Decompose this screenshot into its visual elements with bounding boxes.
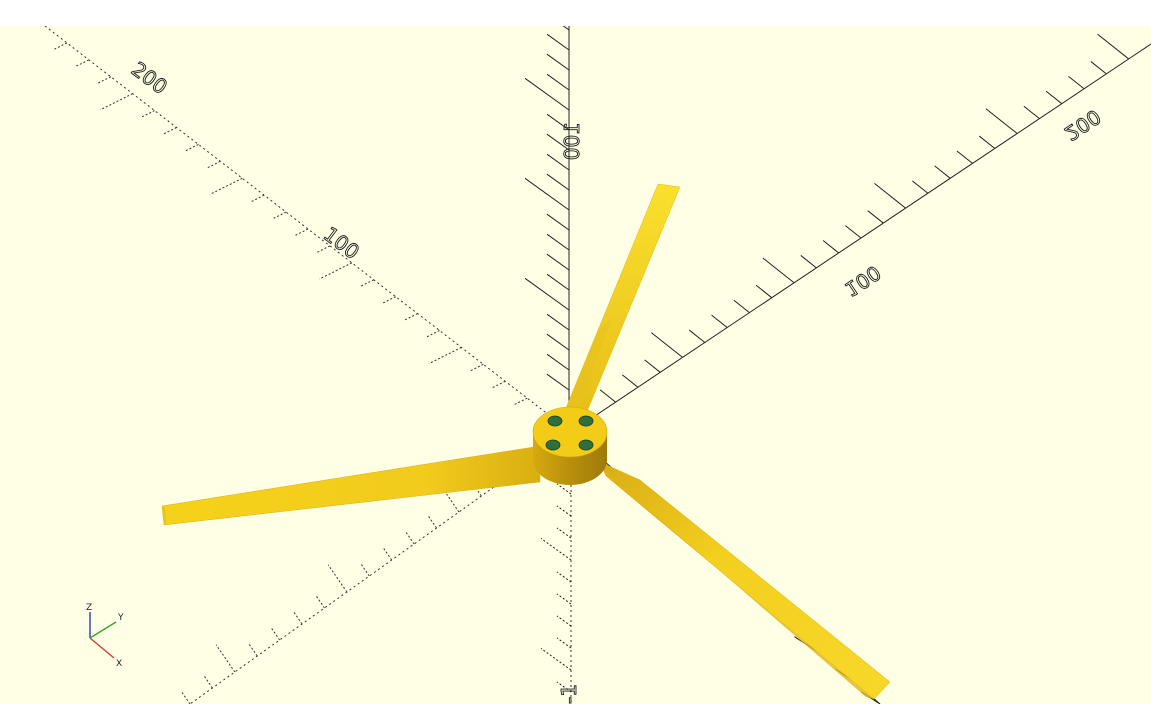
hub-hole: [545, 439, 561, 451]
axes-indicator-x-label: X: [116, 659, 122, 669]
viewport-canvas: 200 100 100 100 200 -1 Z Y X: [0, 26, 1151, 704]
window-top-bar: [0, 0, 1151, 27]
tick-label-z-100: 100: [560, 122, 584, 160]
3d-viewport[interactable]: 200 100 100 100 200 -1 Z Y X: [0, 26, 1151, 704]
hub-hole: [578, 439, 594, 451]
axes-indicator-y-label: Y: [117, 613, 124, 623]
tick-label-z-neg: -1: [557, 684, 581, 704]
hub-hole: [547, 415, 563, 427]
hub-hole: [578, 415, 594, 427]
axes-indicator-z-label: Z: [86, 603, 92, 613]
hub-top[interactable]: [532, 406, 608, 458]
